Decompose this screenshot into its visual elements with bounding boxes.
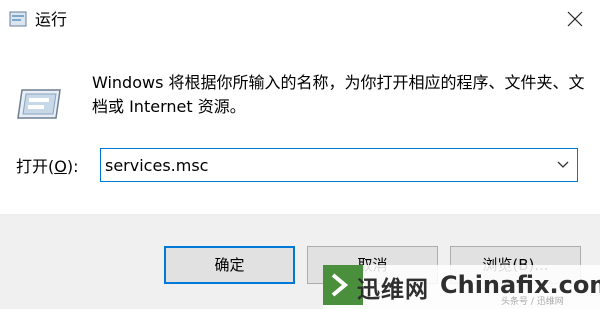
open-combobox[interactable] [100,148,578,182]
watermark-small-text: 头条号 / 迅维网 [501,297,564,307]
watermark-cn-text: 迅维网 [357,277,429,303]
description-text: Windows 将根据你所输入的名称，为你打开相应的程序、文件夹、文档或 Int… [92,73,585,116]
watermark: 迅维网 Chinafix.com 头条号 / 迅维网 [323,265,600,309]
close-button[interactable] [558,2,592,36]
open-label: 打开(O): [16,156,78,178]
run-icon [17,89,61,119]
open-label-prefix: 打开( [16,157,55,176]
close-icon [567,11,583,27]
chevron-down-icon[interactable] [557,161,569,169]
dialog-content: Windows 将根据你所输入的名称，为你打开相应的程序、文件夹、文档或 Int… [0,40,600,214]
open-input[interactable] [103,151,545,179]
title-bar: 运行 [0,0,600,40]
open-label-access-key: O [54,157,67,176]
window-title: 运行 [35,10,68,29]
run-app-icon [9,11,27,27]
ok-button[interactable]: 确定 [164,246,295,284]
open-label-suffix: ): [66,157,79,176]
